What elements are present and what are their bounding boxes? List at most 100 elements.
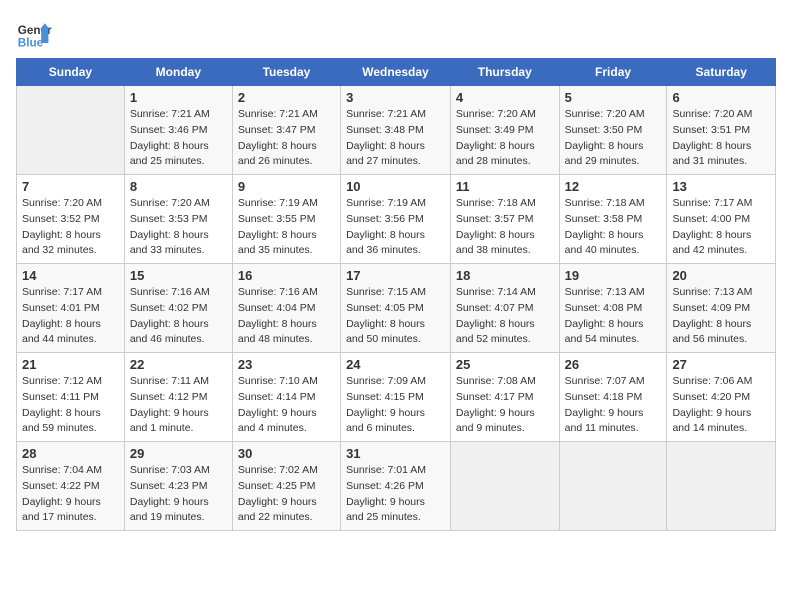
day-header-wednesday: Wednesday [341,59,451,86]
calendar-cell: 26 Sunrise: 7:07 AMSunset: 4:18 PMDaylig… [559,353,667,442]
day-info: Sunrise: 7:17 AMSunset: 4:00 PMDaylight:… [672,197,752,256]
day-info: Sunrise: 7:21 AMSunset: 3:46 PMDaylight:… [130,108,210,167]
day-info: Sunrise: 7:20 AMSunset: 3:50 PMDaylight:… [565,108,645,167]
day-header-thursday: Thursday [450,59,559,86]
calendar-cell: 23 Sunrise: 7:10 AMSunset: 4:14 PMDaylig… [232,353,340,442]
day-number: 9 [238,179,335,194]
day-info: Sunrise: 7:15 AMSunset: 4:05 PMDaylight:… [346,286,426,345]
calendar-week-row: 28 Sunrise: 7:04 AMSunset: 4:22 PMDaylig… [17,442,776,531]
day-number: 10 [346,179,445,194]
calendar-cell [559,442,667,531]
calendar-cell: 3 Sunrise: 7:21 AMSunset: 3:48 PMDayligh… [341,86,451,175]
calendar-cell: 24 Sunrise: 7:09 AMSunset: 4:15 PMDaylig… [341,353,451,442]
page-header: General Blue [16,16,776,52]
calendar-cell: 31 Sunrise: 7:01 AMSunset: 4:26 PMDaylig… [341,442,451,531]
day-info: Sunrise: 7:21 AMSunset: 3:47 PMDaylight:… [238,108,318,167]
calendar-body: 1 Sunrise: 7:21 AMSunset: 3:46 PMDayligh… [17,86,776,531]
day-info: Sunrise: 7:12 AMSunset: 4:11 PMDaylight:… [22,375,102,434]
day-header-saturday: Saturday [667,59,776,86]
day-number: 29 [130,446,227,461]
calendar-cell: 22 Sunrise: 7:11 AMSunset: 4:12 PMDaylig… [124,353,232,442]
day-number: 4 [456,90,554,105]
day-number: 26 [565,357,662,372]
calendar-week-row: 14 Sunrise: 7:17 AMSunset: 4:01 PMDaylig… [17,264,776,353]
day-number: 16 [238,268,335,283]
calendar-cell: 4 Sunrise: 7:20 AMSunset: 3:49 PMDayligh… [450,86,559,175]
calendar-cell: 2 Sunrise: 7:21 AMSunset: 3:47 PMDayligh… [232,86,340,175]
day-number: 24 [346,357,445,372]
calendar-header-row: SundayMondayTuesdayWednesdayThursdayFrid… [17,59,776,86]
day-number: 28 [22,446,119,461]
day-number: 3 [346,90,445,105]
calendar-cell: 14 Sunrise: 7:17 AMSunset: 4:01 PMDaylig… [17,264,125,353]
day-info: Sunrise: 7:03 AMSunset: 4:23 PMDaylight:… [130,464,210,523]
day-info: Sunrise: 7:16 AMSunset: 4:04 PMDaylight:… [238,286,318,345]
calendar-cell: 17 Sunrise: 7:15 AMSunset: 4:05 PMDaylig… [341,264,451,353]
day-number: 8 [130,179,227,194]
calendar-cell: 27 Sunrise: 7:06 AMSunset: 4:20 PMDaylig… [667,353,776,442]
day-number: 30 [238,446,335,461]
calendar-cell: 21 Sunrise: 7:12 AMSunset: 4:11 PMDaylig… [17,353,125,442]
day-info: Sunrise: 7:10 AMSunset: 4:14 PMDaylight:… [238,375,318,434]
day-info: Sunrise: 7:07 AMSunset: 4:18 PMDaylight:… [565,375,645,434]
day-number: 20 [672,268,770,283]
day-info: Sunrise: 7:13 AMSunset: 4:09 PMDaylight:… [672,286,752,345]
day-header-tuesday: Tuesday [232,59,340,86]
calendar-cell: 6 Sunrise: 7:20 AMSunset: 3:51 PMDayligh… [667,86,776,175]
calendar-cell: 20 Sunrise: 7:13 AMSunset: 4:09 PMDaylig… [667,264,776,353]
calendar-week-row: 1 Sunrise: 7:21 AMSunset: 3:46 PMDayligh… [17,86,776,175]
day-number: 7 [22,179,119,194]
logo-icon: General Blue [16,16,52,52]
day-number: 15 [130,268,227,283]
day-info: Sunrise: 7:20 AMSunset: 3:52 PMDaylight:… [22,197,102,256]
calendar-cell: 30 Sunrise: 7:02 AMSunset: 4:25 PMDaylig… [232,442,340,531]
day-info: Sunrise: 7:14 AMSunset: 4:07 PMDaylight:… [456,286,536,345]
day-number: 23 [238,357,335,372]
calendar-cell: 18 Sunrise: 7:14 AMSunset: 4:07 PMDaylig… [450,264,559,353]
day-info: Sunrise: 7:16 AMSunset: 4:02 PMDaylight:… [130,286,210,345]
calendar-cell: 29 Sunrise: 7:03 AMSunset: 4:23 PMDaylig… [124,442,232,531]
calendar-cell: 9 Sunrise: 7:19 AMSunset: 3:55 PMDayligh… [232,175,340,264]
day-number: 27 [672,357,770,372]
calendar-cell: 1 Sunrise: 7:21 AMSunset: 3:46 PMDayligh… [124,86,232,175]
day-info: Sunrise: 7:19 AMSunset: 3:56 PMDaylight:… [346,197,426,256]
calendar-cell: 28 Sunrise: 7:04 AMSunset: 4:22 PMDaylig… [17,442,125,531]
day-number: 6 [672,90,770,105]
day-info: Sunrise: 7:19 AMSunset: 3:55 PMDaylight:… [238,197,318,256]
calendar-cell: 11 Sunrise: 7:18 AMSunset: 3:57 PMDaylig… [450,175,559,264]
day-number: 12 [565,179,662,194]
calendar-cell: 7 Sunrise: 7:20 AMSunset: 3:52 PMDayligh… [17,175,125,264]
calendar-cell [667,442,776,531]
calendar-cell: 5 Sunrise: 7:20 AMSunset: 3:50 PMDayligh… [559,86,667,175]
day-info: Sunrise: 7:13 AMSunset: 4:08 PMDaylight:… [565,286,645,345]
day-header-monday: Monday [124,59,232,86]
calendar-cell: 10 Sunrise: 7:19 AMSunset: 3:56 PMDaylig… [341,175,451,264]
day-info: Sunrise: 7:06 AMSunset: 4:20 PMDaylight:… [672,375,752,434]
day-number: 11 [456,179,554,194]
day-info: Sunrise: 7:11 AMSunset: 4:12 PMDaylight:… [130,375,209,434]
day-info: Sunrise: 7:18 AMSunset: 3:57 PMDaylight:… [456,197,536,256]
calendar-cell: 13 Sunrise: 7:17 AMSunset: 4:00 PMDaylig… [667,175,776,264]
day-number: 25 [456,357,554,372]
calendar-cell: 16 Sunrise: 7:16 AMSunset: 4:04 PMDaylig… [232,264,340,353]
day-number: 17 [346,268,445,283]
svg-text:Blue: Blue [18,37,44,50]
day-header-sunday: Sunday [17,59,125,86]
calendar-cell: 15 Sunrise: 7:16 AMSunset: 4:02 PMDaylig… [124,264,232,353]
calendar-cell [450,442,559,531]
calendar-cell: 25 Sunrise: 7:08 AMSunset: 4:17 PMDaylig… [450,353,559,442]
day-number: 2 [238,90,335,105]
day-info: Sunrise: 7:09 AMSunset: 4:15 PMDaylight:… [346,375,426,434]
calendar-cell: 12 Sunrise: 7:18 AMSunset: 3:58 PMDaylig… [559,175,667,264]
day-number: 31 [346,446,445,461]
calendar-week-row: 21 Sunrise: 7:12 AMSunset: 4:11 PMDaylig… [17,353,776,442]
day-number: 19 [565,268,662,283]
day-info: Sunrise: 7:01 AMSunset: 4:26 PMDaylight:… [346,464,426,523]
day-number: 18 [456,268,554,283]
day-number: 22 [130,357,227,372]
day-info: Sunrise: 7:20 AMSunset: 3:53 PMDaylight:… [130,197,210,256]
day-number: 1 [130,90,227,105]
day-number: 21 [22,357,119,372]
day-info: Sunrise: 7:18 AMSunset: 3:58 PMDaylight:… [565,197,645,256]
calendar-week-row: 7 Sunrise: 7:20 AMSunset: 3:52 PMDayligh… [17,175,776,264]
